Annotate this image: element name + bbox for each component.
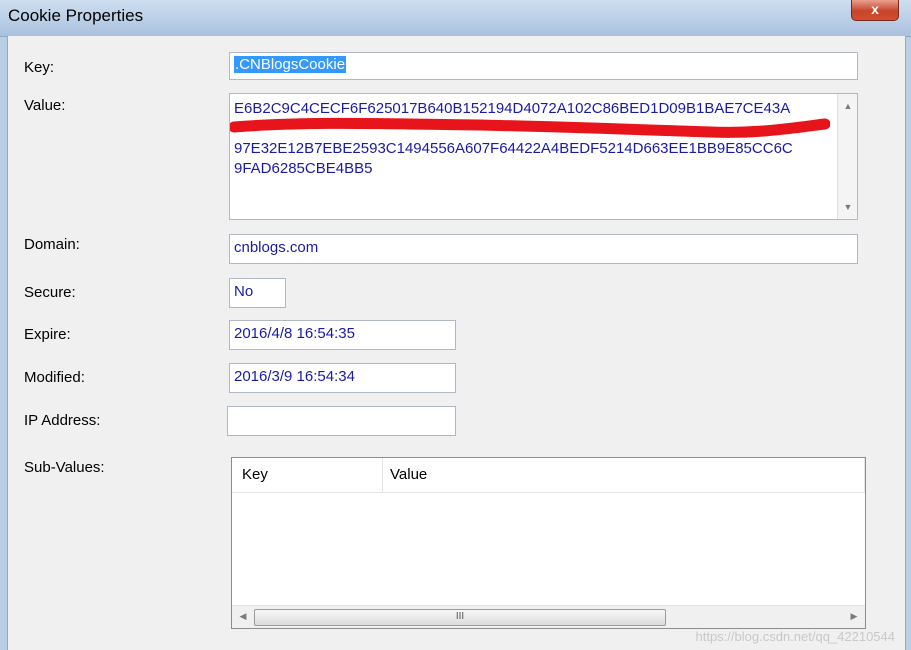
close-button[interactable]: x <box>851 0 899 21</box>
scroll-thumb[interactable]: III <box>254 609 666 626</box>
domain-label: Domain: <box>24 236 80 253</box>
secure-label: Secure: <box>24 284 76 301</box>
value-textarea[interactable]: E6B2C9C4CECF6F625017B640B152194D4072A102… <box>229 93 858 220</box>
key-value-selected: .CNBlogsCookie <box>234 56 347 73</box>
sub-values-label: Sub-Values: <box>24 459 105 476</box>
column-header-value[interactable]: Value <box>390 458 427 492</box>
scroll-down-icon[interactable]: ▼ <box>838 202 858 212</box>
value-label: Value: <box>24 97 66 114</box>
list-header: Key Value <box>232 458 865 493</box>
scroll-left-icon[interactable]: ◀ <box>236 611 250 622</box>
ip-address-field[interactable] <box>227 406 456 436</box>
watermark: https://blog.csdn.net/qq_42210544 <box>695 629 896 644</box>
column-header-key[interactable]: Key <box>242 458 268 492</box>
scroll-right-icon[interactable]: ▶ <box>847 611 861 622</box>
domain-field[interactable]: cnblogs.com <box>229 234 858 264</box>
column-divider[interactable] <box>864 458 865 492</box>
ip-address-label: IP Address: <box>24 412 101 429</box>
close-icon: x <box>871 1 879 17</box>
dialog-body: Key: .CNBlogsCookie Value: E6B2C9C4CECF6… <box>7 36 906 650</box>
value-vertical-scrollbar[interactable]: ▲ ▼ <box>837 94 857 219</box>
secure-field[interactable]: No <box>229 278 286 308</box>
sub-values-list[interactable]: Key Value ◀ III ▶ <box>231 457 866 629</box>
window-title: Cookie Properties <box>8 6 144 25</box>
scroll-up-icon[interactable]: ▲ <box>838 101 858 111</box>
list-horizontal-scrollbar[interactable]: ◀ III ▶ <box>232 605 865 628</box>
value-line: 9FAD6285CBE4BB5 <box>234 160 373 177</box>
redaction-mark <box>230 117 830 138</box>
title-bar: Cookie Properties x <box>0 0 911 37</box>
expire-label: Expire: <box>24 326 71 343</box>
expire-field[interactable]: 2016/4/8 16:54:35 <box>229 320 456 350</box>
modified-label: Modified: <box>24 369 85 386</box>
key-field[interactable]: .CNBlogsCookie <box>229 52 858 80</box>
key-label: Key: <box>24 59 55 76</box>
modified-field[interactable]: 2016/3/9 16:54:34 <box>229 363 456 393</box>
column-divider[interactable] <box>382 458 383 492</box>
